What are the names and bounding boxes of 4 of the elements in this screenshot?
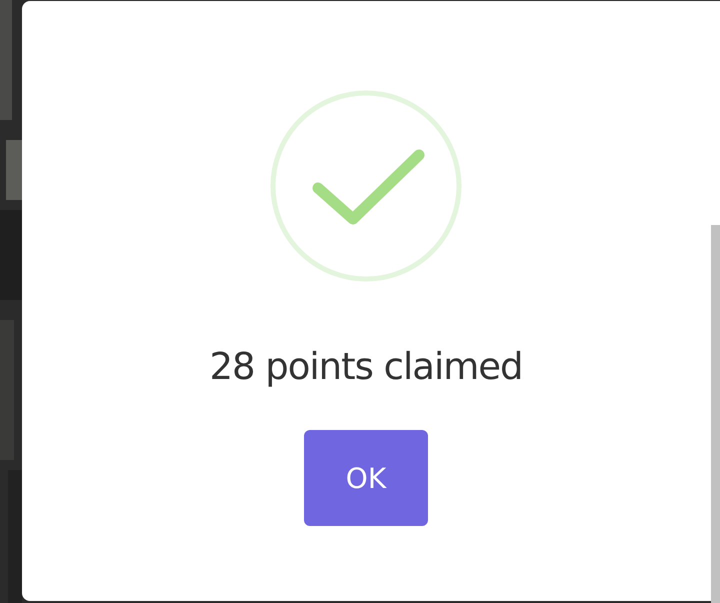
dialog-message: 28 points claimed (209, 344, 523, 390)
scrollbar[interactable] (711, 225, 720, 603)
checkmark-icon (268, 88, 464, 284)
ok-button[interactable]: OK (304, 430, 428, 526)
